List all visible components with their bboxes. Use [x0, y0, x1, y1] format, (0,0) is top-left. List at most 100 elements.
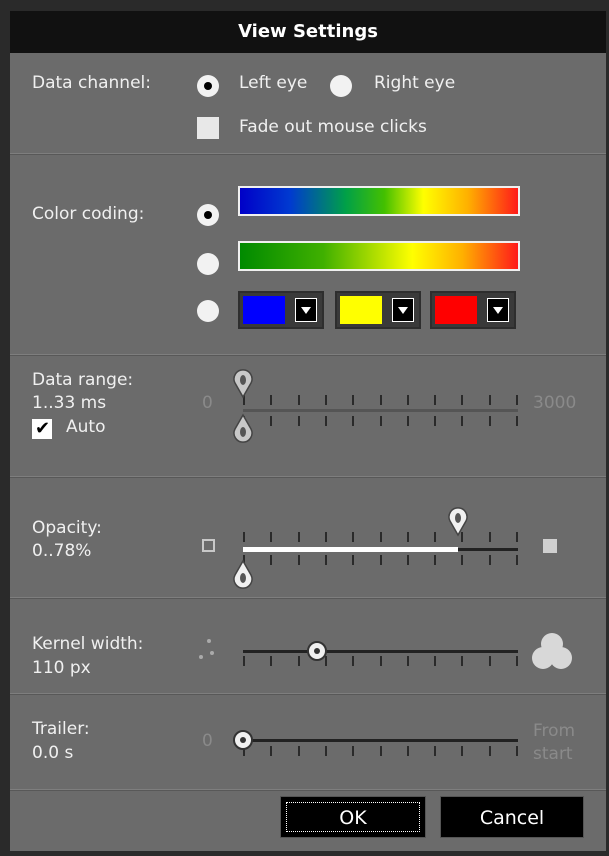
range-min-handle[interactable]	[232, 413, 254, 443]
tick-mark	[380, 395, 382, 405]
color-coding-section: Color coding:	[10, 154, 606, 355]
tick-mark	[407, 532, 409, 542]
tick-mark	[380, 532, 382, 542]
rainbow-gradient-bar[interactable]	[238, 186, 520, 216]
tick-mark	[461, 746, 463, 756]
data-channel-label: Data channel:	[32, 73, 151, 93]
tick-mark	[461, 555, 463, 565]
data-range-label: Data range:	[32, 370, 134, 390]
color-swatch-high-color	[435, 296, 477, 324]
tick-mark	[489, 555, 491, 565]
trailer-value: 0.0 s	[32, 743, 74, 763]
color-swatch-mid[interactable]	[335, 291, 421, 329]
view-settings-dialog: View Settings Data channel: Left eye Rig…	[10, 11, 606, 851]
tick-mark	[516, 746, 518, 756]
kernel-slider-track[interactable]	[243, 650, 518, 653]
tick-mark	[270, 656, 272, 666]
tick-mark	[489, 416, 491, 426]
opacity-section: Opacity: 0..78%	[10, 477, 606, 598]
color-coding-green-red-radio[interactable]	[197, 253, 219, 275]
tick-mark	[270, 395, 272, 405]
tick-mark	[489, 746, 491, 756]
tick-mark	[325, 555, 327, 565]
tick-mark	[352, 395, 354, 405]
tick-mark	[489, 656, 491, 666]
tick-mark	[489, 395, 491, 405]
tick-mark	[461, 416, 463, 426]
trailer-max-label-line1: From	[533, 721, 576, 741]
fade-mouse-clicks-label: Fade out mouse clicks	[239, 117, 427, 137]
range-slider-track[interactable]	[243, 409, 518, 412]
tick-mark	[380, 656, 382, 666]
opacity-ticks-bottom	[243, 555, 518, 565]
tick-mark	[407, 746, 409, 756]
color-swatch-low-color	[243, 296, 285, 324]
tick-mark	[516, 555, 518, 565]
tick-mark	[325, 656, 327, 666]
tick-mark	[434, 395, 436, 405]
trailer-slider-handle[interactable]	[233, 730, 253, 750]
chevron-down-icon[interactable]	[487, 298, 509, 322]
tick-mark	[243, 656, 245, 666]
trailer-ticks	[243, 746, 518, 756]
trailer-slider-track[interactable]	[243, 739, 518, 742]
tick-mark	[407, 656, 409, 666]
tick-mark	[380, 746, 382, 756]
tick-mark	[461, 656, 463, 666]
kernel-handle-dot	[314, 648, 321, 654]
color-swatch-high[interactable]	[430, 291, 516, 329]
tick-mark	[516, 395, 518, 405]
tick-mark	[380, 416, 382, 426]
tick-mark	[270, 416, 272, 426]
trailer-handle-dot	[240, 737, 246, 743]
opacity-min-handle[interactable]	[232, 559, 254, 589]
tick-mark	[270, 532, 272, 542]
trailer-section: Trailer: 0.0 s 0 From start	[10, 694, 606, 790]
tick-mark	[298, 746, 300, 756]
tick-mark	[325, 532, 327, 542]
tick-mark	[298, 656, 300, 666]
tick-mark	[325, 395, 327, 405]
left-eye-radio[interactable]	[197, 75, 219, 97]
dialog-title: View Settings	[10, 11, 606, 53]
kernel-ticks	[243, 656, 518, 666]
tick-mark	[352, 416, 354, 426]
green-red-gradient-bar[interactable]	[238, 241, 520, 271]
range-min-label: 0	[202, 393, 213, 413]
tick-mark	[270, 555, 272, 565]
transparent-square-icon	[202, 539, 215, 552]
tick-mark	[243, 532, 245, 542]
large-kernel-icon	[532, 633, 572, 669]
range-ticks-bottom	[243, 416, 518, 426]
opacity-range-fill	[243, 547, 458, 552]
tick-mark	[270, 746, 272, 756]
data-range-section: Data range: 1..33 ms Auto 0 3000	[10, 355, 606, 477]
ok-button[interactable]: OK	[280, 796, 426, 838]
opacity-max-handle[interactable]	[447, 507, 469, 537]
ok-button-label: OK	[339, 807, 367, 829]
tick-mark	[352, 656, 354, 666]
tick-mark	[352, 746, 354, 756]
data-channel-section: Data channel: Left eye Right eye Fade ou…	[10, 53, 606, 154]
opacity-value: 0..78%	[32, 541, 92, 561]
tick-mark	[298, 416, 300, 426]
chevron-down-icon[interactable]	[392, 298, 414, 322]
chevron-down-icon[interactable]	[295, 298, 317, 322]
kernel-width-section: Kernel width: 110 px	[10, 598, 606, 694]
data-range-value: 1..33 ms	[32, 393, 107, 413]
tick-mark	[434, 656, 436, 666]
color-coding-rainbow-radio[interactable]	[197, 204, 219, 226]
color-swatch-low[interactable]	[238, 291, 324, 329]
right-eye-radio[interactable]	[330, 75, 352, 97]
opacity-ticks-top	[243, 532, 518, 542]
tick-mark	[407, 555, 409, 565]
fade-mouse-clicks-checkbox[interactable]	[197, 117, 219, 139]
color-coding-custom-radio[interactable]	[197, 300, 219, 322]
cancel-button[interactable]: Cancel	[440, 796, 584, 838]
opacity-label: Opacity:	[32, 518, 102, 538]
tick-mark	[325, 416, 327, 426]
tick-mark	[380, 555, 382, 565]
range-max-handle[interactable]	[232, 369, 254, 399]
auto-range-checkbox[interactable]	[32, 418, 52, 439]
tick-mark	[434, 555, 436, 565]
